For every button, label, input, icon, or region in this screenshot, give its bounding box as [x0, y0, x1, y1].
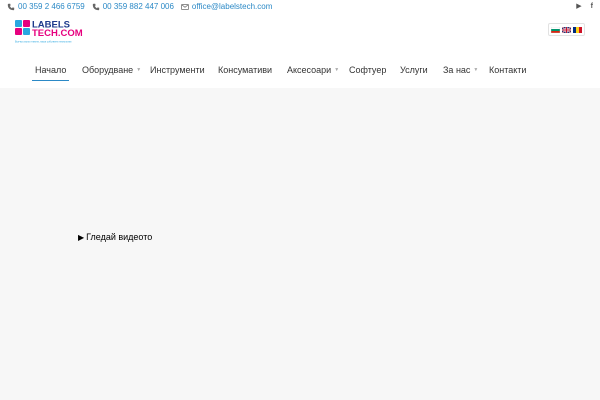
- active-indicator: [32, 80, 70, 81]
- flag-ro-icon[interactable]: [573, 26, 582, 33]
- email-address: office@labelstech.com: [191, 2, 273, 11]
- nav-item-label: Консумативи: [218, 65, 273, 75]
- envelope-icon: [181, 3, 189, 10]
- flag-en-icon[interactable]: [562, 26, 571, 33]
- nav-item-label: За нас: [443, 65, 471, 75]
- nav-item-equipment[interactable]: Оборудване ▼: [82, 58, 141, 82]
- nav-item-label: Контакти: [489, 65, 527, 75]
- phone-number-1: 00 359 2 466 6759: [18, 2, 85, 11]
- chevron-down-icon: ▼: [473, 67, 479, 73]
- phone-number-2: 00 359 882 447 006: [102, 2, 174, 11]
- nav-item-label: Оборудване: [82, 65, 134, 75]
- contact-info: 00 359 2 466 6759 00 359 882 447 006 off…: [0, 0, 277, 13]
- nav-item-home[interactable]: Начало: [32, 58, 70, 82]
- phone-link-1[interactable]: 00 359 2 466 6759: [7, 2, 85, 11]
- nav-item-label: Начало: [35, 65, 67, 75]
- phone-link-2[interactable]: 00 359 882 447 006: [92, 2, 174, 11]
- nav-item-label: Аксесоари: [287, 65, 332, 75]
- flag-bg-icon[interactable]: [551, 26, 560, 33]
- nav-item-about[interactable]: За нас ▼: [443, 58, 478, 82]
- nav-item-label: Услуги: [400, 65, 428, 75]
- vimeo-icon[interactable]: ▶: [576, 3, 581, 10]
- nav-item-tools[interactable]: Инструменти: [150, 58, 205, 82]
- phone-icon: [7, 3, 15, 10]
- language-switcher: [548, 23, 585, 36]
- nav-item-consumables[interactable]: Консумативи: [218, 58, 272, 82]
- nav-item-services[interactable]: Услуги: [400, 58, 428, 82]
- chevron-down-icon: ▼: [136, 67, 142, 73]
- social-links: ▶ f: [576, 0, 600, 13]
- nav-item-label: Софтуер: [349, 65, 387, 75]
- nav-item-label: Инструменти: [150, 65, 205, 75]
- hero-section: ▶ Гледай видеото: [0, 88, 600, 400]
- nav-item-software[interactable]: Софтуер: [349, 58, 386, 82]
- watch-video-label: Гледай видеото: [86, 232, 153, 242]
- nav-item-accessories[interactable]: Аксесоари ▼: [287, 58, 339, 82]
- facebook-icon[interactable]: f: [591, 3, 593, 10]
- top-bar: 00 359 2 466 6759 00 359 882 447 006 off…: [0, 0, 600, 13]
- chevron-down-icon: ▼: [334, 67, 340, 73]
- play-icon: ▶: [78, 232, 85, 242]
- mobile-icon: [92, 3, 99, 10]
- svg-text:TECH.COM: TECH.COM: [32, 28, 83, 39]
- svg-text:Всичко около етикети, наши соб: Всичко около етикети, наши собствени тех…: [15, 41, 72, 44]
- watch-video-link[interactable]: ▶ Гледай видеото: [78, 232, 152, 242]
- nav-item-contacts[interactable]: Контакти: [489, 58, 526, 82]
- labelstech-logo[interactable]: LABELS TECH.COM Всичко около етикети, на…: [15, 19, 107, 46]
- email-link[interactable]: office@labelstech.com: [181, 2, 272, 11]
- main-nav: Начало Оборудване ▼ Инструменти Консумат…: [0, 58, 600, 82]
